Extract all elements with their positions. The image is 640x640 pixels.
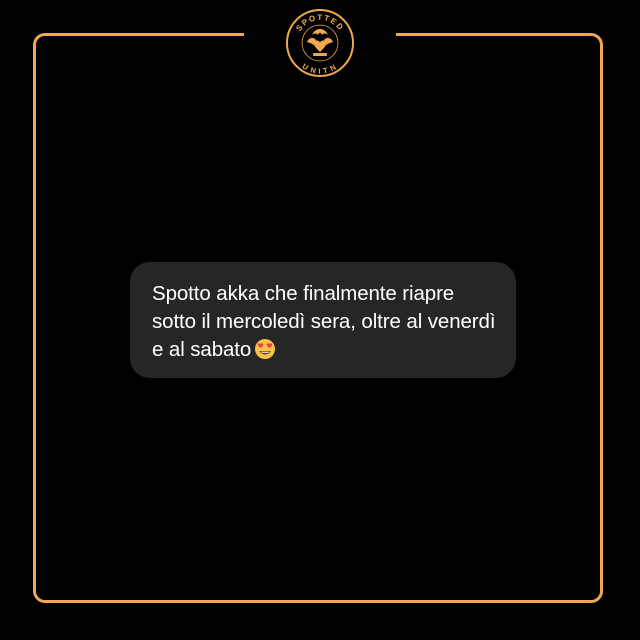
message-text: Spotto akka che finalmente riapre sotto … [152, 280, 496, 364]
message-content: Spotto akka che finalmente riapre sotto … [152, 282, 496, 361]
spotted-unitn-logo: SPOTTED UNITN [285, 8, 355, 78]
logo-banner [313, 53, 327, 56]
logo-emblem: SPOTTED UNITN [286, 9, 354, 77]
heart-eyes-emoji [254, 338, 276, 360]
message-bubble: Spotto akka che finalmente riapre sotto … [130, 262, 516, 378]
